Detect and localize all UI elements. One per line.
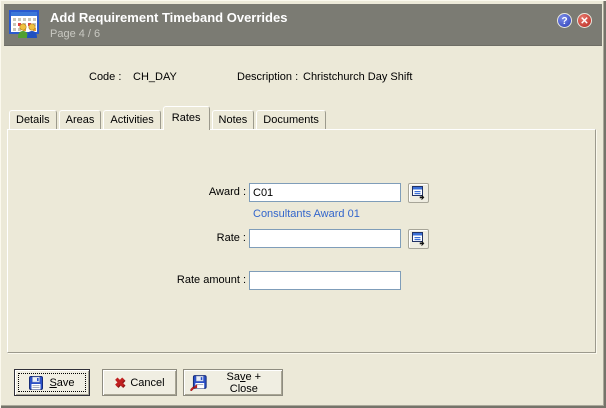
code-label: Code : xyxy=(89,71,122,83)
close-icon[interactable]: ✕ xyxy=(577,13,592,28)
description-value: Christchurch Day Shift xyxy=(303,71,413,83)
save-button[interactable]: Save xyxy=(14,369,90,396)
cancel-button-label: Cancel xyxy=(130,376,165,389)
tab-details[interactable]: Details xyxy=(9,110,57,130)
tab-activities[interactable]: Activities xyxy=(103,110,161,130)
rate-input[interactable] xyxy=(249,229,401,248)
page-step-indicator: Page 4 / 6 xyxy=(50,28,101,40)
calendar-people-icon xyxy=(9,10,39,38)
tab-documents[interactable]: Documents xyxy=(256,110,326,130)
tab-areas[interactable]: Areas xyxy=(58,110,102,130)
code-value: CH_DAY xyxy=(133,71,177,83)
floppy-disk-icon xyxy=(29,375,44,390)
save-close-button-label: Save + Close xyxy=(226,370,262,395)
help-icon[interactable]: ? xyxy=(557,13,572,28)
award-description-text: Consultants Award 01 xyxy=(253,208,360,220)
save-close-button[interactable]: Save + Close xyxy=(183,369,283,396)
title-bar: Add Requirement Timeband Overrides Page … xyxy=(4,4,602,46)
rates-tab-panel: Award : Consultants Award 01 Rate : Ra xyxy=(7,129,596,353)
award-input[interactable] xyxy=(249,183,401,202)
red-x-icon: ✖ xyxy=(114,375,126,390)
tab-rates[interactable]: Rates xyxy=(162,106,210,130)
lookup-list-icon xyxy=(411,186,424,200)
tab-strip: Details Areas Activities Rates Notes Doc… xyxy=(9,106,326,130)
rate-label: Rate : xyxy=(216,232,246,244)
page-title: Add Requirement Timeband Overrides xyxy=(50,10,288,25)
rate-amount-label: Rate amount : xyxy=(176,274,246,286)
award-label: Award : xyxy=(208,186,246,198)
floppy-disk-arrow-icon xyxy=(190,374,207,391)
dialog-window: Add Requirement Timeband Overrides Page … xyxy=(0,0,606,408)
tab-notes[interactable]: Notes xyxy=(211,110,255,130)
cancel-button[interactable]: ✖ Cancel xyxy=(102,369,177,396)
lookup-list-icon xyxy=(411,232,424,246)
rate-lookup-button[interactable] xyxy=(408,229,429,249)
rate-amount-input[interactable] xyxy=(249,271,401,290)
description-label: Description : xyxy=(237,71,299,83)
award-lookup-button[interactable] xyxy=(408,183,429,203)
save-button-label: Save xyxy=(49,376,75,389)
